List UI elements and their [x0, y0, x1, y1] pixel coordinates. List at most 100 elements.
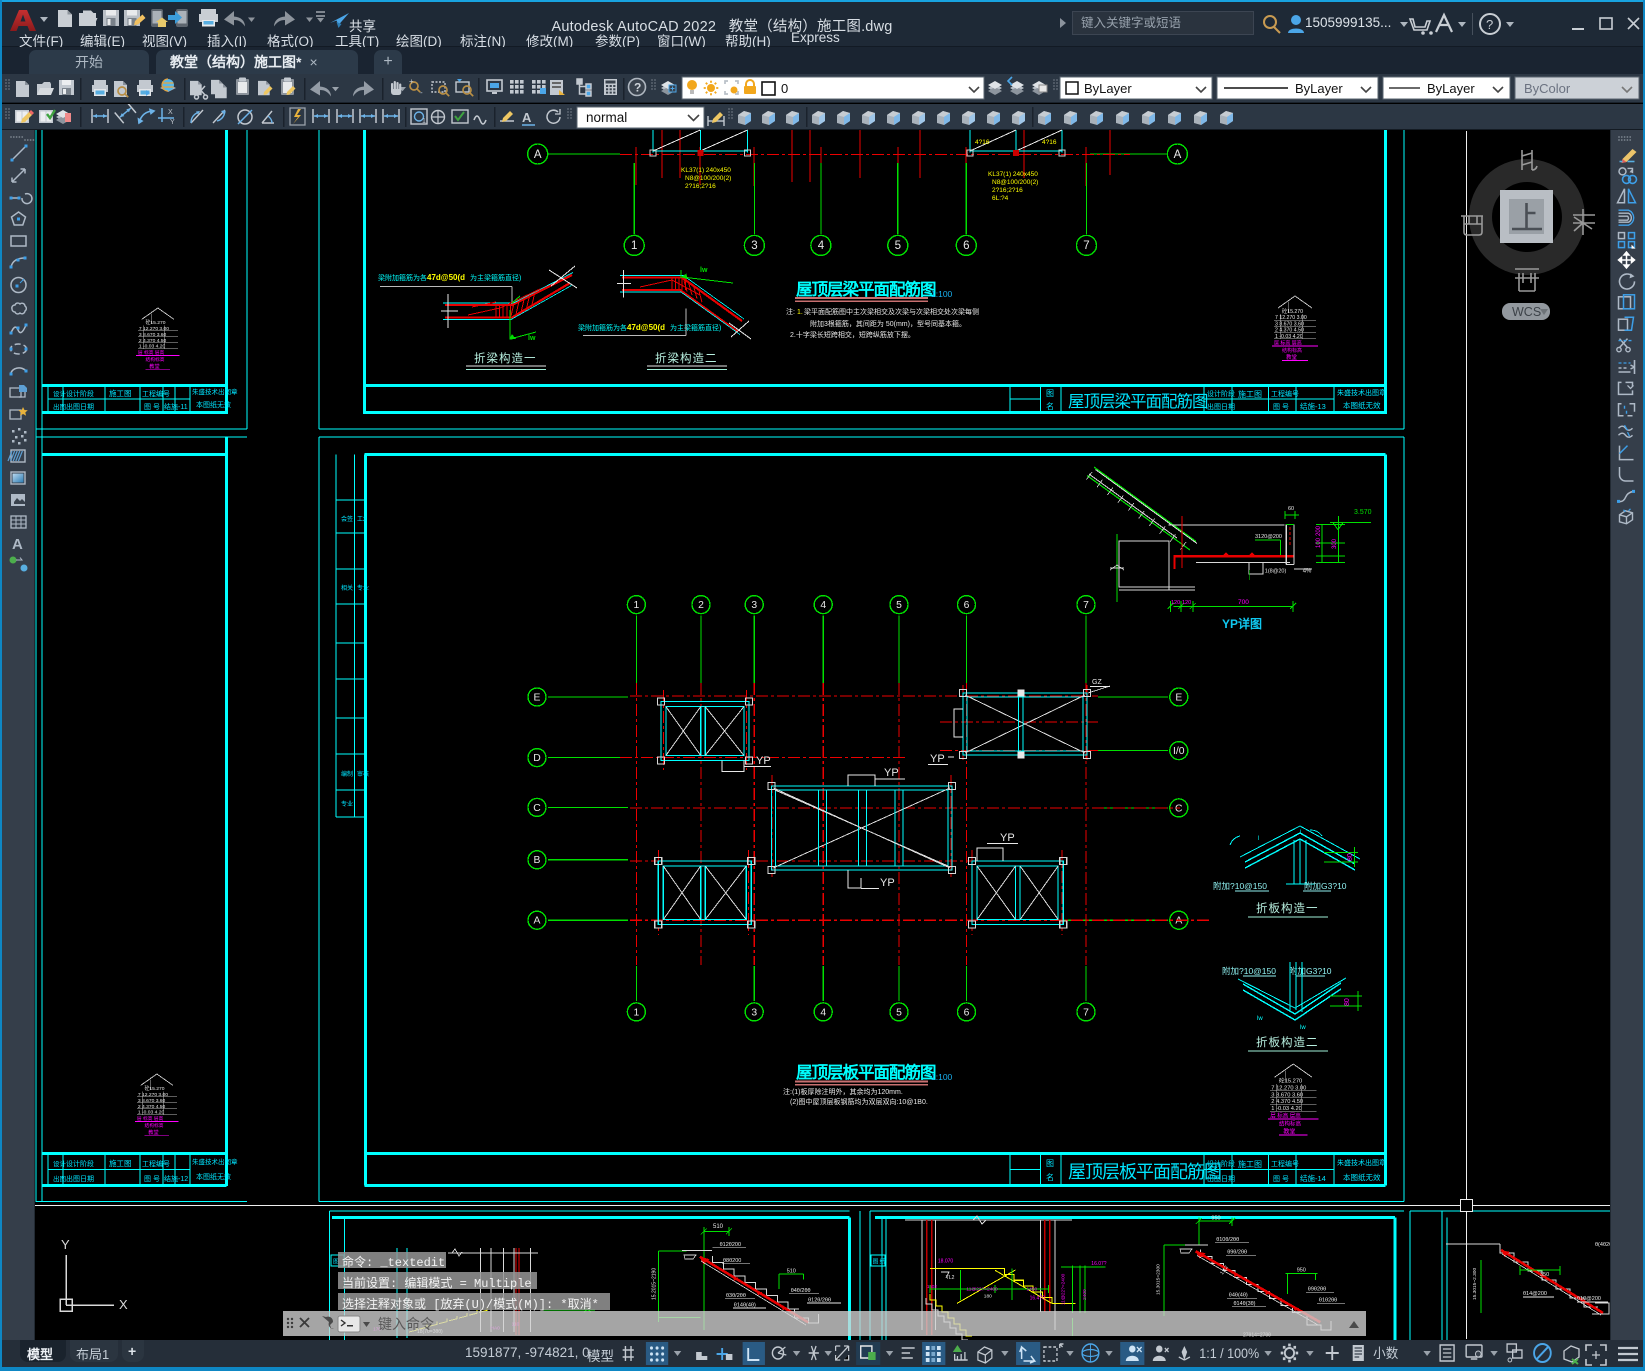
svg-text:折梁构造二: 折梁构造二: [655, 351, 718, 365]
svg-text:θ4θ(4θ): θ4θ(4θ): [1229, 1293, 1248, 1299]
svg-text:2.十字梁长短跨相交，短跨纵筋放下摆。: 2.十字梁长短跨相交，短跨纵筋放下摆。: [790, 330, 915, 339]
svg-text:I/0: I/0: [1173, 746, 1185, 757]
svg-text:纸: 纸: [880, 1258, 886, 1266]
svg-text:出图: 出图: [53, 402, 66, 411]
svg-text:相关: 相关: [341, 584, 353, 592]
svg-text:5: 5: [896, 600, 902, 611]
svg-text:C: C: [533, 803, 541, 814]
svg-text:工程编号: 工程编号: [1271, 1159, 1299, 1168]
svg-text:1:100: 1:100: [931, 289, 953, 299]
svg-text:施工图: 施工图: [1238, 389, 1262, 399]
svg-text:15.3015~2.300: 15.3015~2.300: [1472, 1268, 1478, 1300]
svg-text:名: 名: [1046, 1172, 1054, 1182]
svg-text:朱盛技术出图章: 朱盛技术出图章: [192, 1157, 238, 1166]
svg-text:图 号: 图 号: [1273, 403, 1289, 411]
svg-text:图: 图: [873, 1259, 879, 1266]
svg-text:结构标高: 结构标高: [146, 356, 165, 363]
svg-text:结构标高: 结构标高: [145, 1122, 164, 1129]
svg-text:附加G3?10: 附加G3?10: [1289, 966, 1332, 976]
svg-text:砼15.270: 砼15.270: [1279, 1077, 1302, 1085]
svg-text:120: 120: [1182, 600, 1191, 606]
svg-text:1:100: 1:100: [931, 1072, 953, 1082]
svg-text:θ14@200: θ14@200: [1523, 1291, 1547, 1297]
svg-text:16.470: 16.470: [1030, 1296, 1046, 1302]
svg-text:l: l: [1300, 830, 1301, 836]
svg-text:设计阶段: 设计阶段: [1207, 389, 1235, 398]
svg-text:梁平面配筋图中主次梁相交及次梁与次梁相交处次梁每侧: 梁平面配筋图中主次梁相交及次梁与次梁相交处次梁每侧: [804, 307, 979, 316]
svg-text:出图日期: 出图日期: [1207, 402, 1235, 411]
svg-text:A: A: [1174, 149, 1182, 161]
svg-text:lw: lw: [528, 335, 536, 342]
svg-text:折梁构造一: 折梁构造一: [474, 351, 537, 365]
svg-text:GZ: GZ: [1092, 679, 1102, 686]
svg-text:砼15.270: 砼15.270: [1282, 307, 1303, 315]
svg-text:A: A: [534, 916, 541, 927]
svg-text:60: 60: [1288, 506, 1294, 512]
svg-text:θ14θ(3θ): θ14θ(3θ): [1234, 1301, 1256, 1307]
svg-text:专业: 专业: [341, 800, 353, 808]
svg-text:结施-11: 结施-11: [164, 402, 188, 411]
svg-text:700: 700: [1238, 599, 1249, 606]
svg-text:KL37(1) 240x450: KL37(1) 240x450: [988, 171, 1038, 178]
svg-text:出图日期: 出图日期: [1207, 1174, 1235, 1183]
svg-text:1:1 / 100%: 1:1 / 100%: [1199, 1346, 1259, 1362]
svg-text:11@22?=2400: 11@22?=2400: [1060, 1273, 1066, 1305]
svg-text:结施-13: 结施-13: [1300, 401, 1326, 411]
svg-text:KL37(1) 240x450: KL37(1) 240x450: [681, 167, 731, 174]
svg-text:工程编号: 工程编号: [142, 389, 170, 398]
svg-text:300: 300: [1332, 538, 1338, 549]
svg-text:结构标高: 结构标高: [1282, 347, 1302, 354]
svg-text:设计阶段: 设计阶段: [66, 1159, 94, 1168]
svg-text:180: 180: [984, 1294, 992, 1300]
svg-text:5: 5: [896, 1007, 902, 1018]
svg-text:47d@50(d: 47d@50(d: [427, 273, 465, 282]
svg-text:200: 200: [1316, 525, 1322, 536]
svg-text:出图: 出图: [53, 1174, 66, 1183]
svg-text:D: D: [533, 753, 540, 764]
svg-text:教堂: 教堂: [148, 1128, 158, 1136]
svg-text:专业: 专业: [357, 584, 369, 592]
svg-text:为主梁箍筋直径): 为主梁箍筋直径): [470, 273, 521, 282]
svg-text:设计: 设计: [53, 389, 67, 398]
svg-text:图 号: 图 号: [144, 403, 160, 411]
svg-text:47d@50(d: 47d@50(d: [627, 323, 665, 332]
svg-text:结施-12: 结施-12: [164, 1174, 188, 1183]
svg-text:θ3θ/2θθ: θ3θ/2θθ: [726, 1293, 746, 1299]
svg-text:1502: 1502: [927, 1284, 938, 1289]
svg-text:4: 4: [820, 600, 826, 611]
svg-text:编制: 编制: [341, 770, 353, 778]
svg-text:lw: lw: [1257, 1016, 1263, 1022]
svg-text:N8@100/200(2): N8@100/200(2): [992, 179, 1038, 186]
svg-text:砼15.270: 砼15.270: [145, 1085, 165, 1092]
svg-text:朱盛技术出图章: 朱盛技术出图章: [1337, 388, 1386, 397]
svg-text:E: E: [1175, 692, 1182, 703]
svg-text:层 标高 层高: 层 标高 层高: [137, 1115, 164, 1122]
svg-text:X: X: [119, 1297, 128, 1312]
svg-text:15.3015=2300: 15.3015=2300: [1155, 1264, 1161, 1295]
svg-text:梁附加箍筋为各: 梁附加箍筋为各: [578, 323, 627, 332]
svg-text:5: 5: [895, 240, 901, 252]
svg-text:4?16: 4?16: [1042, 139, 1057, 146]
svg-text:6: 6: [964, 600, 970, 611]
svg-text:2?16;2?16: 2?16;2?16: [685, 183, 716, 190]
svg-text:2400: 2400: [1082, 1289, 1088, 1300]
svg-text:1: 1: [631, 240, 637, 252]
svg-text:θ14θ(4θ): θ14θ(4θ): [734, 1303, 756, 1309]
svg-text:A: A: [1175, 916, 1182, 927]
svg-text:4%: 4%: [1303, 569, 1312, 575]
svg-text:Y: Y: [61, 1237, 70, 1252]
svg-text:2: 2: [698, 600, 704, 611]
svg-text:教堂: 教堂: [149, 362, 159, 370]
svg-text:3: 3: [751, 600, 757, 611]
svg-text:510: 510: [787, 1269, 796, 1275]
svg-text:N8@100/200(2): N8@100/200(2): [685, 175, 731, 182]
svg-text:3: 3: [751, 1007, 757, 1018]
svg-text:A: A: [12, 536, 23, 553]
svg-text:θ4θ/2θθ: θ4θ/2θθ: [791, 1288, 811, 1294]
svg-text:层 标高 层高: 层 标高 层高: [138, 349, 165, 356]
svg-text:1.: 1.: [797, 309, 803, 316]
svg-text:3: 3: [751, 240, 757, 252]
svg-text:YP: YP: [930, 753, 945, 765]
svg-text:YP: YP: [880, 877, 895, 889]
svg-text:出图日期: 出图日期: [66, 402, 94, 411]
